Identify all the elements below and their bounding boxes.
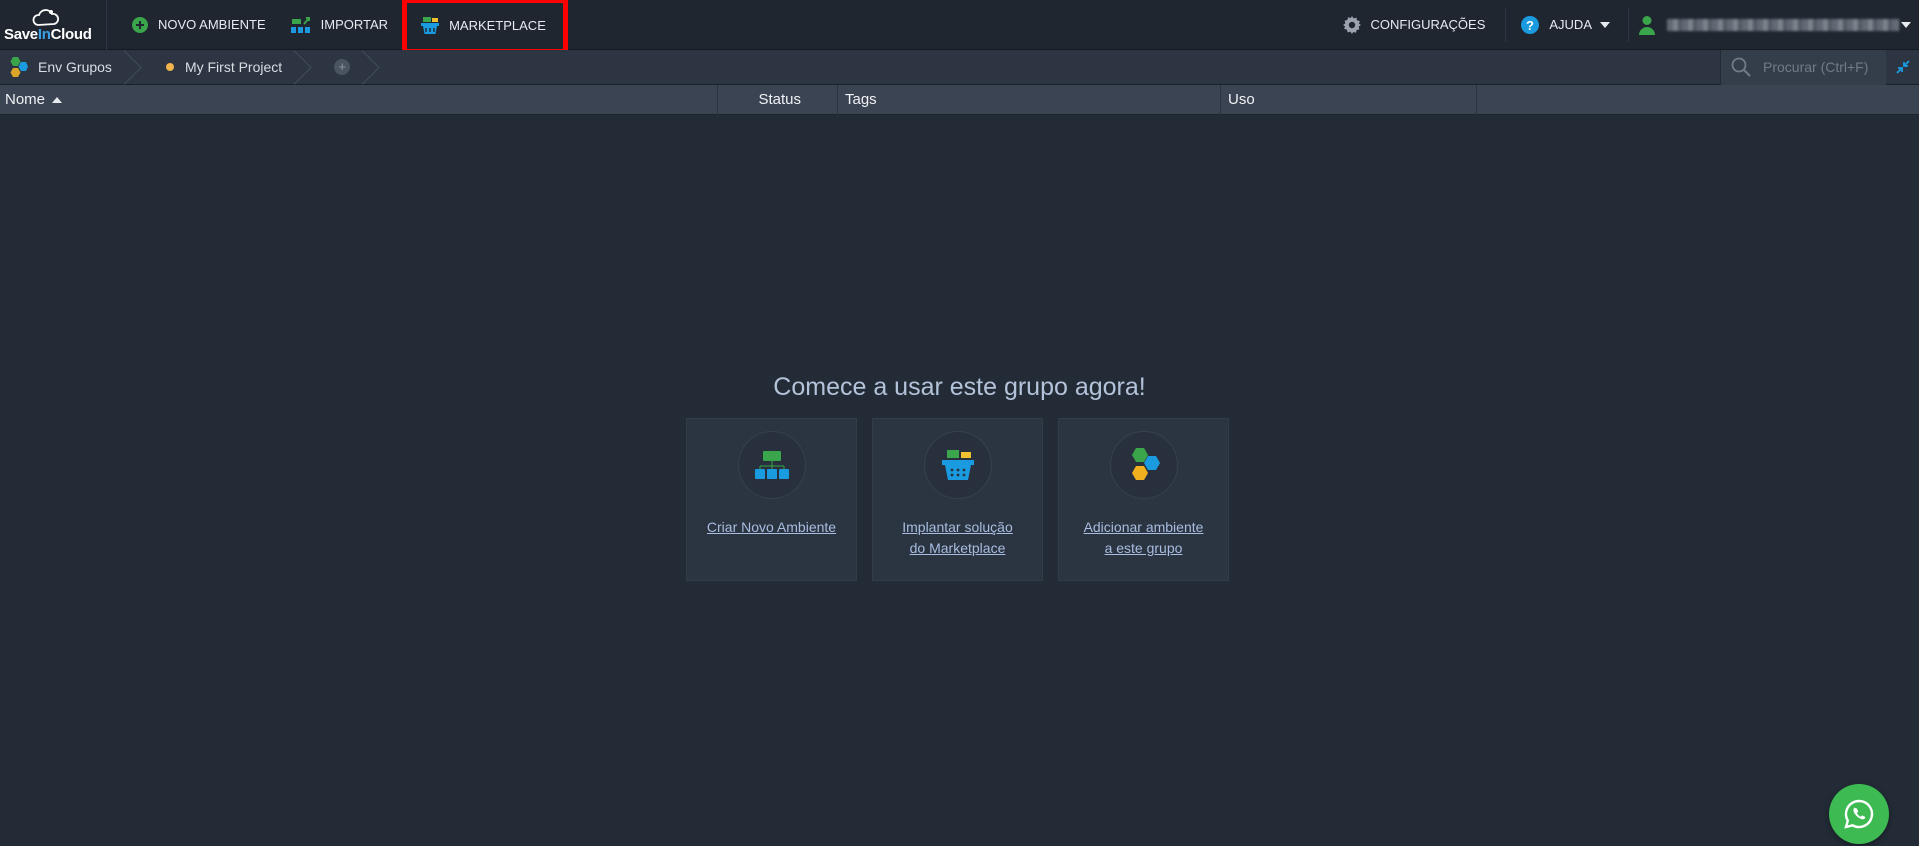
column-usage-header[interactable]: Uso bbox=[1221, 84, 1477, 115]
help-label: AJUDA bbox=[1549, 17, 1592, 32]
basket-icon bbox=[420, 16, 440, 35]
marketplace-card[interactable]: Implantar solução do Marketplace bbox=[872, 418, 1043, 581]
cloud-logo-icon bbox=[32, 8, 59, 26]
logo[interactable]: SaveInCloud bbox=[0, 0, 107, 50]
collapse-button[interactable] bbox=[1886, 50, 1919, 85]
chevron-down-icon bbox=[1600, 21, 1610, 28]
whatsapp-icon bbox=[1843, 798, 1875, 830]
chevron-down-icon bbox=[1901, 21, 1911, 28]
breadcrumb-project-label: My First Project bbox=[184, 59, 283, 75]
project-color-dot bbox=[165, 63, 174, 71]
hexagons-icon bbox=[6, 56, 28, 78]
settings-label: CONFIGURAÇÕES bbox=[1370, 17, 1486, 32]
collapse-arrows-icon bbox=[1895, 60, 1910, 74]
hexagons-icon bbox=[1127, 447, 1161, 483]
marketplace-button[interactable]: MARKETPLACE bbox=[402, 0, 568, 54]
column-usage-label: Uso bbox=[1228, 91, 1255, 108]
empty-state-actions: Criar Novo Ambiente Implantar solução do… bbox=[686, 418, 1229, 581]
column-name-label: Nome bbox=[5, 91, 46, 108]
column-tags-label: Tags bbox=[845, 91, 877, 108]
search-input[interactable] bbox=[1763, 59, 1883, 75]
breadcrumb-project[interactable]: My First Project bbox=[142, 50, 312, 85]
import-button[interactable]: IMPORTAR bbox=[280, 0, 402, 50]
breadcrumb: Env Grupos My First Project + bbox=[0, 49, 1919, 85]
deploy-marketplace-link[interactable]: Implantar solução do Marketplace bbox=[883, 517, 1033, 559]
empty-state-title: Comece a usar este grupo agora! bbox=[773, 373, 1146, 401]
sort-ascending-icon bbox=[52, 96, 63, 103]
column-name-header[interactable]: Nome bbox=[0, 84, 718, 115]
new-environment-button[interactable]: NOVO AMBIENTE bbox=[107, 0, 280, 50]
create-environment-link[interactable]: Criar Novo Ambiente bbox=[697, 517, 847, 538]
marketplace-label: MARKETPLACE bbox=[449, 18, 546, 33]
add-environment-to-group-card[interactable]: Adicionar ambiente a este grupo bbox=[1058, 418, 1229, 581]
create-environment-card[interactable]: Criar Novo Ambiente bbox=[686, 418, 857, 581]
column-status-header[interactable]: Status bbox=[718, 84, 838, 115]
settings-button[interactable]: CONFIGURAÇÕES bbox=[1318, 0, 1506, 50]
help-button[interactable]: ? AJUDA bbox=[1506, 0, 1628, 50]
question-circle-icon: ? bbox=[1520, 15, 1540, 35]
environment-topology-icon bbox=[754, 450, 790, 480]
search-box[interactable] bbox=[1720, 49, 1886, 85]
icon-circle bbox=[1109, 431, 1178, 499]
icon-circle bbox=[923, 431, 992, 499]
logo-text: SaveInCloud bbox=[4, 25, 92, 43]
gear-icon bbox=[1342, 15, 1362, 35]
breadcrumb-env-groups[interactable]: Env Grupos bbox=[0, 50, 142, 85]
breadcrumb-env-groups-label: Env Grupos bbox=[38, 59, 112, 75]
basket-icon bbox=[941, 449, 975, 481]
user-icon bbox=[1639, 15, 1655, 35]
top-toolbar: SaveInCloud NOVO AMBIENTE IMPORTAR MARKE… bbox=[0, 0, 1919, 54]
column-status-label: Status bbox=[758, 91, 801, 108]
app-window: SaveInCloud NOVO AMBIENTE IMPORTAR MARKE… bbox=[0, 0, 1919, 846]
whatsapp-chat-button[interactable] bbox=[1829, 784, 1889, 844]
add-environment-link[interactable]: Adicionar ambiente a este grupo bbox=[1069, 517, 1219, 559]
table-header: Nome Status Tags Uso bbox=[0, 84, 1919, 115]
svg-text:?: ? bbox=[1526, 18, 1534, 33]
search-icon bbox=[1731, 57, 1751, 77]
new-environment-label: NOVO AMBIENTE bbox=[158, 17, 266, 32]
import-icon bbox=[290, 15, 312, 35]
breadcrumb-add-group[interactable]: + bbox=[312, 50, 380, 85]
icon-circle bbox=[737, 431, 806, 499]
add-group-icon: + bbox=[334, 59, 351, 75]
import-label: IMPORTAR bbox=[320, 17, 389, 32]
column-tags-header[interactable]: Tags bbox=[838, 84, 1221, 115]
user-menu[interactable] bbox=[1629, 0, 1919, 50]
username-redacted bbox=[1667, 18, 1899, 31]
plus-circle-icon bbox=[131, 16, 149, 34]
